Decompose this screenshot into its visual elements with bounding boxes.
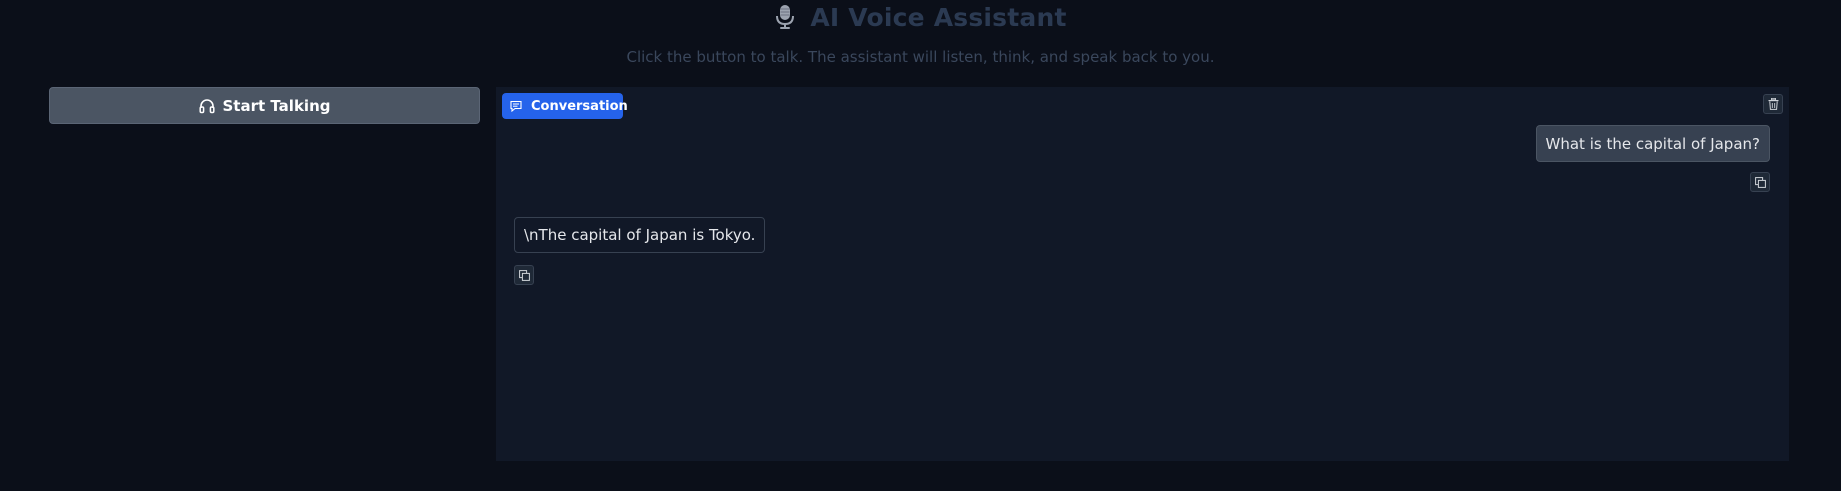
copy-icon xyxy=(1754,176,1766,188)
start-talking-label: Start Talking xyxy=(222,96,331,115)
trash-icon xyxy=(1768,98,1779,110)
conversation-label-text: Conversation xyxy=(531,98,628,114)
start-talking-button[interactable]: Start Talking xyxy=(49,87,480,124)
user-message: What is the capital of Japan? xyxy=(1535,125,1770,162)
assistant-message: \nThe capital of Japan is Tokyo. xyxy=(514,217,766,253)
copy-assistant-message-button[interactable] xyxy=(514,265,534,285)
conversation-label: Conversation xyxy=(502,93,628,119)
copy-user-message-button[interactable] xyxy=(1750,172,1770,192)
clear-conversation-button[interactable] xyxy=(1763,94,1783,114)
page-subtitle: Click the button to talk. The assistant … xyxy=(626,48,1215,66)
chat-bubble-icon xyxy=(510,100,522,112)
headphones-icon xyxy=(198,98,215,114)
copy-icon xyxy=(518,269,530,281)
app-root: AI Voice Assistant Click the button to t… xyxy=(0,0,1841,491)
microphone-icon xyxy=(774,3,796,31)
app-header: AI Voice Assistant xyxy=(0,0,1841,34)
page-title: AI Voice Assistant xyxy=(810,2,1067,32)
conversation-panel: Conversation What is the capital of Japa… xyxy=(496,87,1789,461)
